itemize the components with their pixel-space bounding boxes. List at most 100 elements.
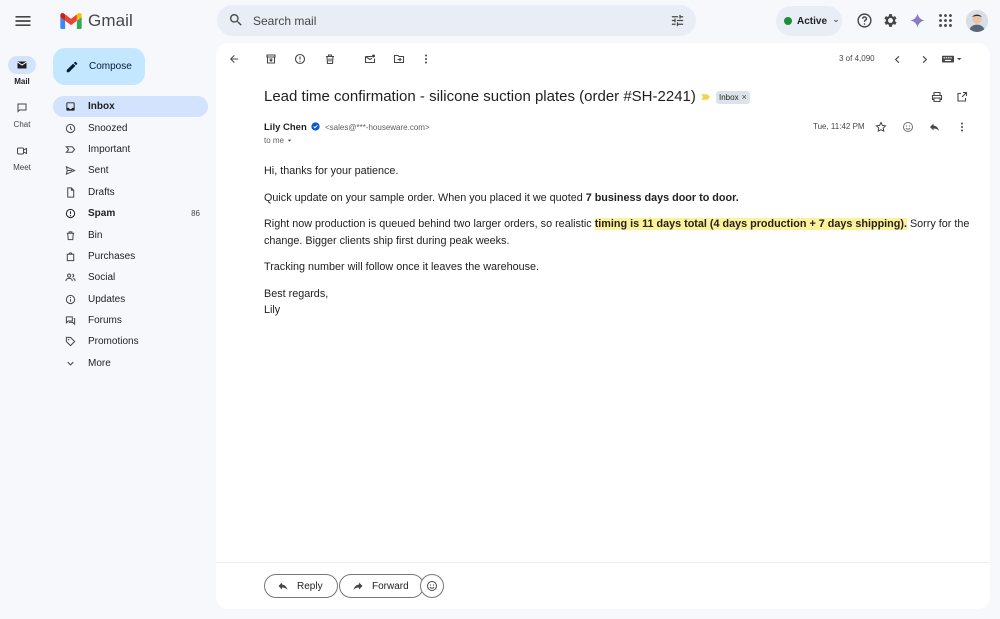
emoji-reaction-icon[interactable] <box>902 121 914 133</box>
body-paragraph-1: Quick update on your sample order. When … <box>264 191 739 204</box>
sidebar-item-spam[interactable]: Spam 86 <box>53 203 208 224</box>
hamburger-icon <box>15 16 31 26</box>
compose-button[interactable]: Compose <box>53 48 145 85</box>
more-vert-icon[interactable] <box>420 53 432 65</box>
gmail-m-icon <box>60 13 82 29</box>
rail-label: Chat <box>13 120 31 129</box>
recipient-details[interactable]: to me <box>264 136 293 145</box>
remove-label-icon[interactable]: × <box>742 93 747 102</box>
main-menu-button[interactable] <box>13 11 33 31</box>
status-dot <box>784 17 792 25</box>
emoji-react-button[interactable] <box>420 574 444 598</box>
sidebar-item-social[interactable]: Social <box>53 267 208 288</box>
importance-marker-icon[interactable] <box>700 93 711 101</box>
sidebar-item-forums[interactable]: Forums <box>53 310 208 331</box>
search-bar <box>217 5 696 36</box>
clock-icon <box>65 123 76 133</box>
chevron-left-icon[interactable] <box>892 54 903 65</box>
trash-icon <box>66 230 75 240</box>
sidebar-item-snoozed[interactable]: Snoozed <box>53 117 208 138</box>
sidebar-item-label: Drafts <box>88 186 115 198</box>
reply-button[interactable]: Reply <box>264 574 338 598</box>
back-arrow-icon[interactable] <box>228 53 240 65</box>
sidebar-item-label: Forums <box>88 315 122 327</box>
sidebar-item-label: Social <box>88 272 116 284</box>
message-more-vert-icon[interactable] <box>956 121 968 133</box>
inbox-icon <box>66 102 75 111</box>
sidebar-item-bin[interactable]: Bin <box>53 224 208 245</box>
sidebar-item-inbox[interactable]: Inbox <box>53 96 208 118</box>
chevron-right-icon[interactable] <box>919 54 930 65</box>
gmail-logo[interactable]: Gmail <box>60 10 133 32</box>
sidebar-item-label: More <box>88 357 111 369</box>
user-avatar-icon <box>966 10 988 32</box>
search-options-icon[interactable] <box>670 13 685 28</box>
star-icon[interactable] <box>875 121 887 133</box>
info-icon <box>65 294 76 304</box>
chevron-down-icon <box>67 361 74 366</box>
caret-down-icon <box>287 139 292 142</box>
reply-label: Reply <box>297 580 323 592</box>
sidebar-item-promotions[interactable]: Promotions <box>53 331 208 352</box>
pencil-icon <box>66 61 78 72</box>
bag-icon <box>66 252 75 262</box>
sidebar-item-updates[interactable]: Updates <box>53 289 208 310</box>
highlighted-timing: timing is 11 days total (4 days producti… <box>594 218 907 231</box>
reply-icon <box>278 582 288 590</box>
app-name: Gmail <box>88 11 133 30</box>
status-label: Active <box>797 15 828 27</box>
footer-divider <box>216 562 990 563</box>
send-icon <box>65 166 76 176</box>
important-icon <box>65 146 76 153</box>
verified-badge-icon <box>311 122 320 131</box>
status-selector[interactable]: Active <box>776 6 842 36</box>
gemini-sparkle-icon[interactable] <box>909 12 926 29</box>
label-chip-inbox[interactable]: Inbox × <box>716 91 750 104</box>
search-icon[interactable] <box>228 12 244 28</box>
sidebar-item-label: Sent <box>88 165 109 177</box>
account-avatar[interactable] <box>966 10 988 32</box>
delete-icon[interactable] <box>324 53 336 65</box>
sidebar-item-sent[interactable]: Sent <box>53 160 208 181</box>
smiley-icon <box>427 581 437 591</box>
rail-item-mail[interactable]: Mail <box>0 56 44 86</box>
spam-icon <box>65 209 76 219</box>
body-paragraph-3: Tracking number will follow once it leav… <box>264 261 540 274</box>
open-new-window-icon[interactable] <box>956 91 968 103</box>
sidebar-item-label: Bin <box>88 229 103 241</box>
reply-icon[interactable] <box>928 121 941 133</box>
sidebar-item-drafts[interactable]: Drafts <box>53 182 208 203</box>
email-body: Hi, thanks for your patience. Quick upda… <box>264 163 976 318</box>
forward-button[interactable]: Forward <box>339 574 424 598</box>
sidebar-item-purchases[interactable]: Purchases <box>53 246 208 267</box>
help-icon[interactable] <box>856 12 873 29</box>
mail-icon <box>17 61 27 69</box>
chevron-down-icon <box>834 19 838 23</box>
message-view: 3 of 4,090 Lead time confirmation - sili… <box>216 43 990 609</box>
body-paragraph-2: Right now production is queued behind tw… <box>264 218 970 247</box>
rail-item-chat[interactable]: Chat <box>0 99 44 129</box>
sidebar-nav: Inbox Snoozed Important Sent Drafts Spam… <box>53 96 208 374</box>
sender-name[interactable]: Lily Chen <box>264 122 307 133</box>
message-timestamp: Tue, 11:42 PM <box>813 122 865 131</box>
sidebar-item-important[interactable]: Important <box>53 139 208 160</box>
body-greeting: Hi, thanks for your patience. <box>264 165 399 177</box>
archive-icon[interactable] <box>265 53 277 65</box>
print-icon[interactable] <box>931 91 943 103</box>
email-subject: Lead time confirmation - silicone suctio… <box>264 88 696 105</box>
sidebar-item-more[interactable]: More <box>53 353 208 374</box>
chat-icon <box>17 103 27 113</box>
apps-grid-icon[interactable] <box>937 12 954 29</box>
sidebar-item-label: Updates <box>88 293 126 305</box>
rail-label: Mail <box>14 77 30 86</box>
input-tools-keyboard-icon[interactable] <box>942 55 966 64</box>
search-input[interactable] <box>253 5 653 36</box>
sidebar-item-label: Purchases <box>88 250 136 262</box>
sender-email: <sales@***-houseware.com> <box>325 123 430 132</box>
signature: Lily <box>264 304 281 317</box>
move-to-folder-icon[interactable] <box>393 53 405 65</box>
settings-gear-icon[interactable] <box>882 12 899 29</box>
report-spam-icon[interactable] <box>294 53 306 65</box>
rail-item-meet[interactable]: Meet <box>0 142 44 172</box>
mark-unread-icon[interactable] <box>364 53 376 65</box>
